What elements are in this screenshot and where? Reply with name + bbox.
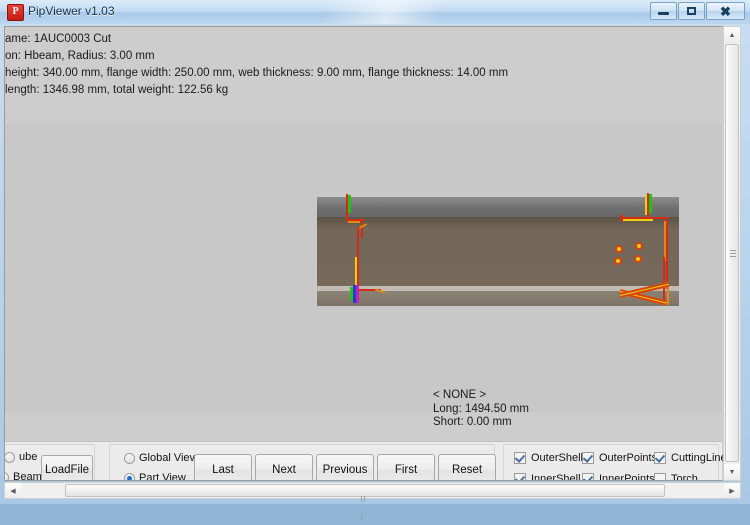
app-icon: P	[7, 4, 24, 21]
radio-global-view-label: Global Viev	[139, 452, 196, 464]
checkbox-torch[interactable]: Torch	[654, 473, 698, 481]
scroll-down-button[interactable]: ▼	[724, 464, 740, 480]
horizontal-scrollbar-thumb[interactable]	[65, 484, 665, 520]
3d-viewport[interactable]	[5, 123, 722, 413]
beam-top-flange	[317, 197, 679, 217]
axis-marker-green-right	[649, 194, 652, 213]
checkbox-innerpoints-label: InnerPoints	[599, 473, 655, 481]
scroll-left-button[interactable]: ◀	[5, 483, 21, 498]
horizontal-scrollbar[interactable]: ◀ ▶	[4, 482, 741, 520]
checkbox-outershell-icon	[514, 452, 526, 464]
status-selection: < NONE >	[433, 389, 487, 401]
titlebar-glint	[176, 0, 604, 24]
selection-status: < NONE > Long: 1494.50 mm Short: 0.00 mm	[433, 389, 529, 430]
radio-part-view[interactable]: Part View	[124, 472, 186, 481]
window-controls: ✖	[650, 2, 745, 20]
profile-type-group: ube Beam LoadFile	[5, 444, 95, 481]
axis-marker-magenta-left	[356, 285, 359, 303]
info-line-name: ame: 1AUC0003 Cut	[5, 33, 112, 45]
display-options-group: OuterShell OuterPoints CuttingLine Inner…	[503, 444, 723, 481]
radio-part-view-label: Part View	[139, 472, 186, 481]
checkbox-outerpoints-icon	[582, 452, 594, 464]
cut-line-right-vertical-main	[666, 217, 668, 289]
bolt-hole-marker	[614, 257, 622, 265]
view-navigation-group: Global Viev Part View Last Next Previous…	[109, 444, 496, 481]
window-resize-grip[interactable]	[734, 486, 744, 496]
title-bar: P PipViewer v1.03 ✖	[0, 0, 750, 24]
cut-line-left-step	[361, 220, 363, 238]
checkbox-cuttingline-label: CuttingLine	[671, 452, 723, 464]
radio-tube-label: ube	[19, 451, 38, 463]
checkbox-innerpoints[interactable]: InnerPoints	[582, 473, 655, 481]
cut-line-left-notch-accent	[348, 221, 360, 223]
beam-model	[317, 193, 679, 306]
cut-line-right-vertical-tail	[667, 285, 669, 305]
first-button[interactable]: First	[377, 454, 435, 480]
checkbox-outerpoints[interactable]: OuterPoints	[582, 452, 657, 464]
info-line-length-weight: length: 1346.98 mm, total weight: 122.56…	[5, 84, 229, 96]
next-button[interactable]: Next	[255, 454, 313, 480]
radio-global-view-icon	[124, 452, 135, 464]
radio-tube[interactable]: ube	[5, 451, 38, 463]
vertical-scrollbar-grip	[730, 250, 736, 257]
info-line-section: on: Hbeam, Radius: 3.00 mm	[5, 50, 155, 62]
checkbox-cuttingline[interactable]: CuttingLine	[654, 452, 723, 464]
beam-web	[317, 217, 679, 286]
info-line-dimensions: height: 340.00 mm, flange width: 250.00 …	[5, 67, 509, 79]
scroll-up-button[interactable]: ▲	[724, 27, 740, 43]
checkbox-outerpoints-label: OuterPoints	[599, 452, 658, 464]
checkbox-innerpoints-icon	[582, 473, 594, 480]
last-button[interactable]: Last	[194, 454, 252, 480]
cut-line-right-vertical-orange	[664, 221, 666, 261]
previous-button[interactable]: Previous	[316, 454, 374, 480]
window-title: PipViewer v1.03	[28, 4, 115, 18]
checkbox-innershell[interactable]: InnerShell	[514, 473, 581, 481]
content-pane: ame: 1AUC0003 Cut on: Hbeam, Radius: 3.0…	[4, 26, 723, 481]
radio-tube-icon	[5, 451, 15, 463]
load-file-button[interactable]: LoadFile	[41, 455, 93, 480]
status-long: Long: 1494.50 mm	[433, 402, 529, 415]
checkbox-outershell[interactable]: OuterShell	[514, 452, 583, 464]
checkbox-innershell-label: InnerShell	[531, 473, 581, 481]
checkbox-innershell-icon	[514, 473, 526, 480]
close-icon: ✖	[720, 3, 731, 19]
reset-button[interactable]: Reset	[438, 454, 496, 480]
maximize-icon	[687, 7, 696, 15]
radio-beam-label: Beam	[13, 471, 42, 481]
radio-beam[interactable]: Beam	[5, 471, 42, 481]
maximize-button[interactable]	[678, 2, 705, 20]
bolt-hole-marker	[615, 245, 623, 253]
checkbox-outershell-label: OuterShell	[531, 452, 583, 464]
vertical-scrollbar[interactable]: ▲ ▼	[723, 26, 741, 481]
application-window: P PipViewer v1.03 ✖ ame: 1AUC0003 Cut on…	[0, 0, 750, 520]
vertical-scrollbar-thumb[interactable]	[725, 44, 739, 462]
minimize-button[interactable]	[650, 2, 677, 20]
bolt-hole-marker	[635, 242, 643, 250]
close-button[interactable]: ✖	[706, 2, 745, 20]
bottom-toolbar: ube Beam LoadFile Global Viev Part View …	[5, 441, 723, 481]
bolt-hole-marker	[634, 255, 642, 263]
status-short: Short: 0.00 mm	[433, 416, 512, 428]
axis-marker-green-left	[348, 195, 351, 213]
horizontal-scrollbar-grip	[361, 489, 369, 520]
client-area: ame: 1AUC0003 Cut on: Hbeam, Radius: 3.0…	[4, 26, 746, 520]
cut-line-right-vertical-lower	[663, 257, 665, 305]
axis-marker-green-left-lower	[350, 287, 353, 301]
radio-global-view[interactable]: Global Viev	[124, 452, 195, 464]
part-info-text: ame: 1AUC0003 Cut on: Hbeam, Radius: 3.0…	[5, 31, 723, 99]
minimize-icon	[658, 12, 669, 15]
cut-line-right-notch-end	[620, 215, 623, 221]
cut-line-right-top-yellow	[645, 195, 647, 215]
checkbox-torch-icon	[654, 473, 666, 480]
checkbox-torch-label: Torch	[671, 473, 698, 481]
checkbox-cuttingline-icon	[654, 452, 666, 464]
cut-line-right-notch-yellow	[623, 219, 653, 221]
radio-beam-icon	[5, 471, 9, 480]
cut-line-left-vertical-main	[357, 227, 359, 287]
radio-part-view-icon	[124, 472, 135, 480]
